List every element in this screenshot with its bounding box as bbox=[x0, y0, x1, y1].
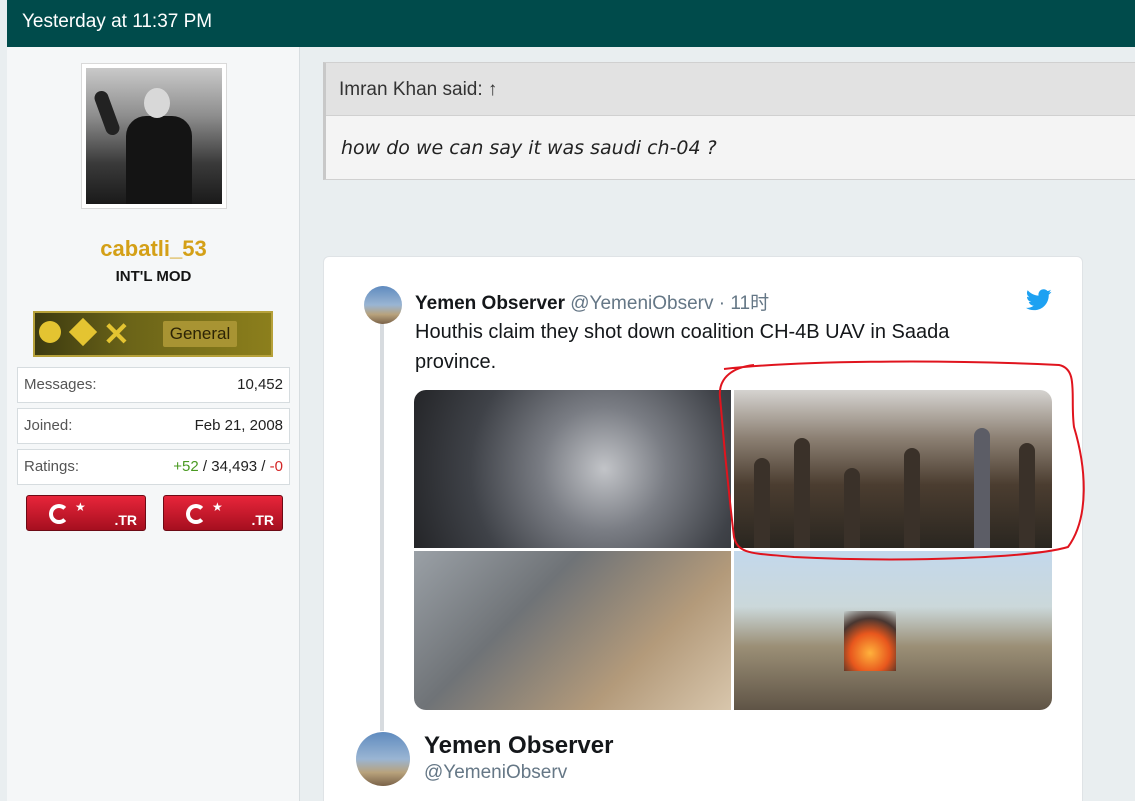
tweet-header: Yemen Observer @YemeniObserv · 11时 bbox=[415, 288, 769, 315]
crescent-icon bbox=[186, 504, 206, 524]
embedded-tweet: Yemen Observer @YemeniObserv · 11时 Houth… bbox=[323, 256, 1083, 801]
tweet-photo[interactable] bbox=[414, 551, 731, 710]
tweet-author-card-avatar[interactable] bbox=[356, 732, 410, 786]
stat-ratings-value: +52 / 34,493 / -0 bbox=[173, 450, 283, 484]
rank-label: General bbox=[163, 321, 237, 347]
post-header-bar: Yesterday at 11:37 PM bbox=[7, 0, 1135, 47]
tweet-author-card-handle[interactable]: @YemeniObserv bbox=[424, 762, 567, 784]
stat-ratings: Ratings: +52 / 34,493 / -0 bbox=[17, 449, 290, 485]
avatar[interactable] bbox=[81, 63, 227, 209]
stat-ratings-label: Ratings: bbox=[24, 458, 80, 475]
stat-messages-label: Messages: bbox=[24, 376, 97, 393]
tweet-avatar[interactable] bbox=[364, 286, 402, 324]
post-timestamp[interactable]: Yesterday at 11:37 PM bbox=[22, 11, 212, 32]
rank-diamond-icon bbox=[68, 317, 98, 347]
rank-emblem-icon bbox=[39, 321, 61, 343]
ratings-total: 34,493 bbox=[211, 458, 258, 475]
tweet-photo[interactable] bbox=[734, 390, 1052, 548]
avatar-image bbox=[86, 68, 222, 204]
tweet-author-handle[interactable]: @YemeniObserv bbox=[570, 293, 713, 314]
username-link[interactable]: cabatli_53 bbox=[7, 236, 300, 262]
rank-banner: ✕ General bbox=[33, 311, 273, 357]
thread-line bbox=[380, 321, 384, 731]
quote-text: how do we can say it was saudi ch-04 ? bbox=[341, 137, 717, 159]
turkey-flag-badge[interactable]: ★ .TR bbox=[163, 495, 283, 531]
flag-label: .TR bbox=[114, 512, 137, 528]
user-info-panel: cabatli_53 INT'L MOD ✕ General Messages:… bbox=[7, 47, 300, 801]
tweet-photo[interactable] bbox=[734, 551, 1052, 710]
ratings-separator: / bbox=[198, 458, 212, 475]
fire bbox=[844, 611, 896, 671]
ratings-negative: -0 bbox=[269, 458, 283, 475]
turkey-flag-badge[interactable]: ★ .TR bbox=[26, 495, 146, 531]
stat-joined: Joined: Feb 21, 2008 bbox=[17, 408, 290, 444]
ratings-separator: / bbox=[257, 458, 270, 475]
stat-messages: Messages: 10,452 bbox=[17, 367, 290, 403]
crescent-icon bbox=[49, 504, 69, 524]
flag-label: .TR bbox=[251, 512, 274, 528]
tweet-text: Houthis claim they shot down coalition C… bbox=[415, 321, 950, 373]
tweet-author-name[interactable]: Yemen Observer bbox=[415, 293, 565, 314]
ratings-positive: +52 bbox=[173, 458, 199, 475]
twitter-bird-icon[interactable] bbox=[1026, 289, 1052, 311]
stat-joined-value: Feb 21, 2008 bbox=[194, 417, 283, 434]
quote-attribution[interactable]: Imran Khan said: ↑ bbox=[326, 63, 1135, 116]
tweet-time[interactable]: 11时 bbox=[730, 293, 769, 314]
tweet-dot: · bbox=[713, 293, 731, 314]
stat-messages-value[interactable]: 10,452 bbox=[237, 368, 283, 402]
rank-swords-icon: ✕ bbox=[103, 316, 130, 352]
user-title: INT'L MOD bbox=[115, 268, 192, 285]
stat-joined-label: Joined: bbox=[24, 417, 73, 434]
star-icon: ★ bbox=[212, 500, 223, 514]
tweet-author-card-name[interactable]: Yemen Observer bbox=[424, 732, 613, 760]
tweet-photo[interactable] bbox=[414, 390, 731, 548]
star-icon: ★ bbox=[75, 500, 86, 514]
tweet-photo-grid bbox=[414, 390, 1052, 710]
quote-block: Imran Khan said: ↑ how do we can say it … bbox=[323, 62, 1135, 180]
